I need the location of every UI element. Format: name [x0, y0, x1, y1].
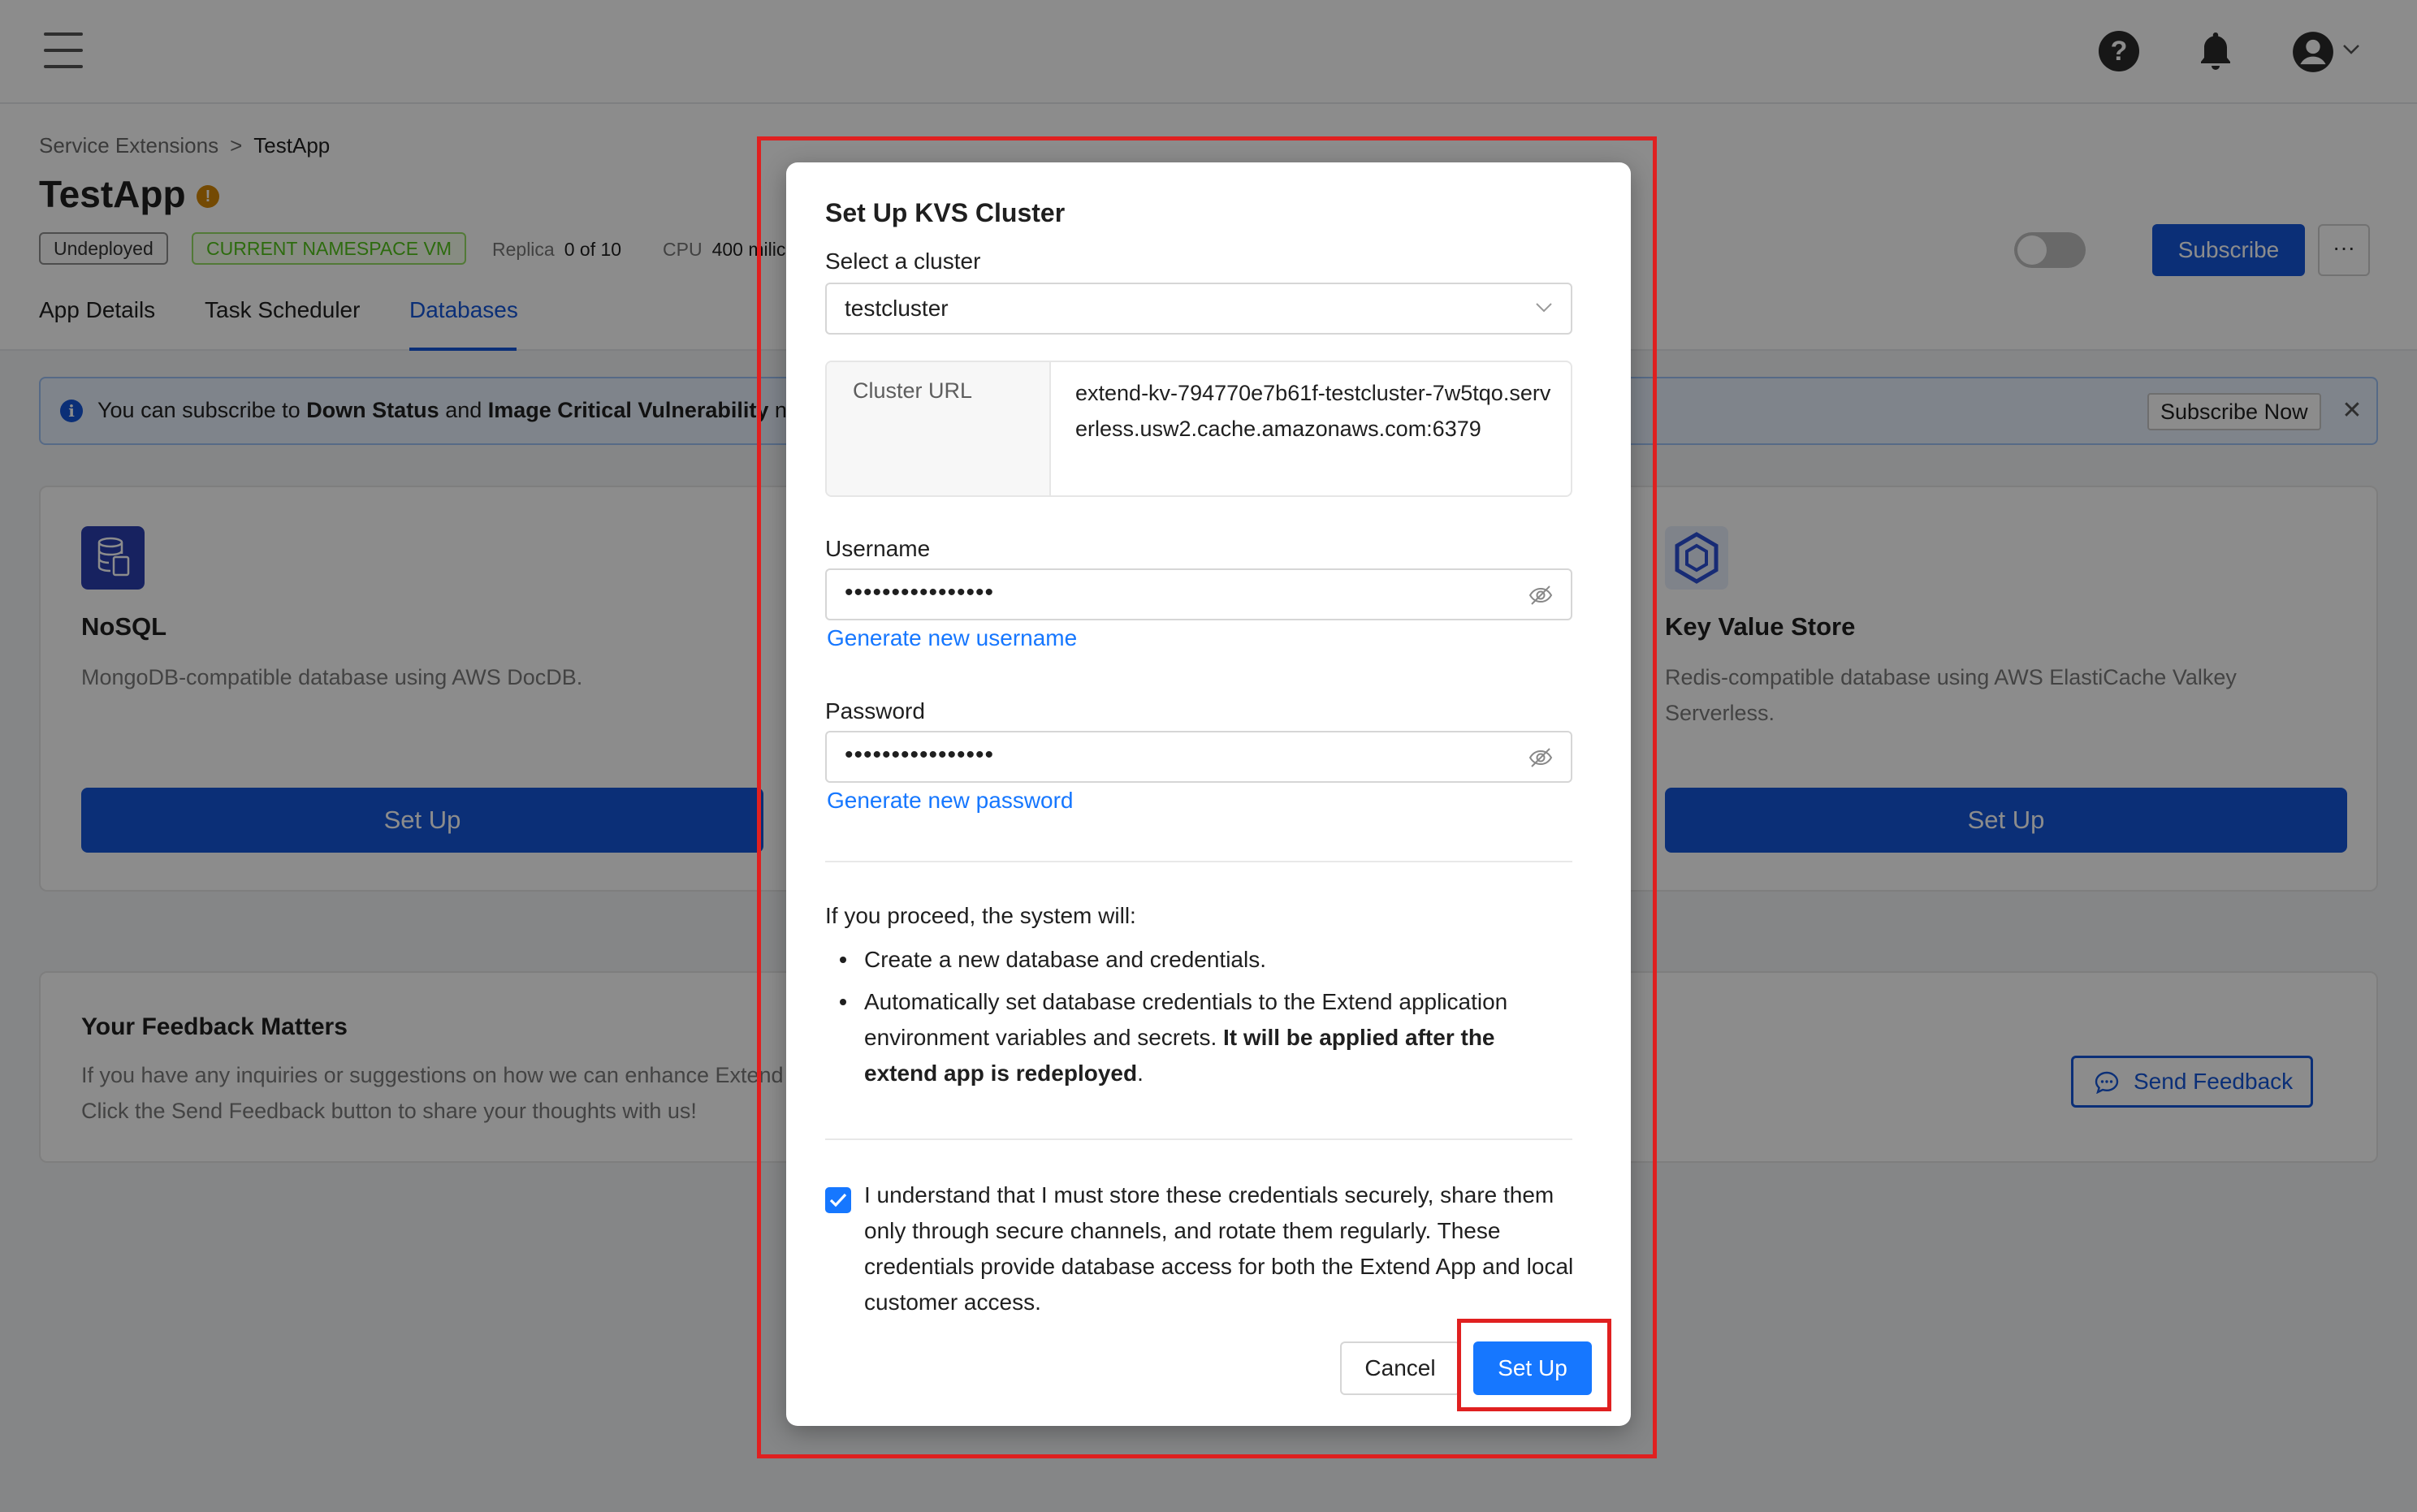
acknowledge-text[interactable]: I understand that I must store these cre… — [864, 1177, 1579, 1320]
cluster-url-label: Cluster URL — [827, 362, 1051, 495]
cluster-select-value: testcluster — [845, 296, 949, 321]
divider — [825, 1138, 1572, 1140]
cluster-url-box: Cluster URL extend-kv-794770e7b61f-testc… — [825, 361, 1572, 497]
dialog-title: Set Up KVS Cluster — [825, 198, 1066, 227]
cancel-button[interactable]: Cancel — [1340, 1341, 1460, 1395]
bullet-2-end: . — [1137, 1061, 1144, 1086]
username-value: •••••••••••••••• — [845, 579, 995, 606]
proceed-list: Create a new database and credentials. A… — [825, 942, 1572, 1098]
setup-button-highlight-frame — [1457, 1319, 1611, 1411]
cluster-select-label: Select a cluster — [825, 248, 981, 274]
divider — [825, 861, 1572, 862]
cluster-select[interactable]: testcluster — [825, 283, 1572, 335]
password-input[interactable]: •••••••••••••••• — [825, 731, 1572, 783]
password-value: •••••••••••••••• — [845, 741, 995, 768]
chevron-down-icon — [1536, 303, 1552, 313]
checkmark-icon — [829, 1193, 847, 1207]
cluster-url-value: extend-kv-794770e7b61f-testcluster-7w5tq… — [1075, 381, 1551, 441]
eye-off-icon[interactable] — [1528, 747, 1553, 768]
password-label: Password — [825, 698, 925, 724]
list-item: Create a new database and credentials. — [825, 942, 1572, 978]
acknowledge-checkbox[interactable] — [825, 1187, 851, 1213]
list-item: Automatically set database credentials t… — [825, 984, 1572, 1091]
generate-username-link[interactable]: Generate new username — [827, 625, 1077, 651]
username-label: Username — [825, 536, 931, 561]
username-input[interactable]: •••••••••••••••• — [825, 568, 1572, 620]
setup-kvs-cluster-dialog: Set Up KVS Cluster Select a cluster test… — [786, 162, 1631, 1426]
eye-off-icon[interactable] — [1528, 585, 1553, 606]
proceed-intro: If you proceed, the system will: — [825, 903, 1136, 928]
generate-password-link[interactable]: Generate new password — [827, 788, 1074, 814]
